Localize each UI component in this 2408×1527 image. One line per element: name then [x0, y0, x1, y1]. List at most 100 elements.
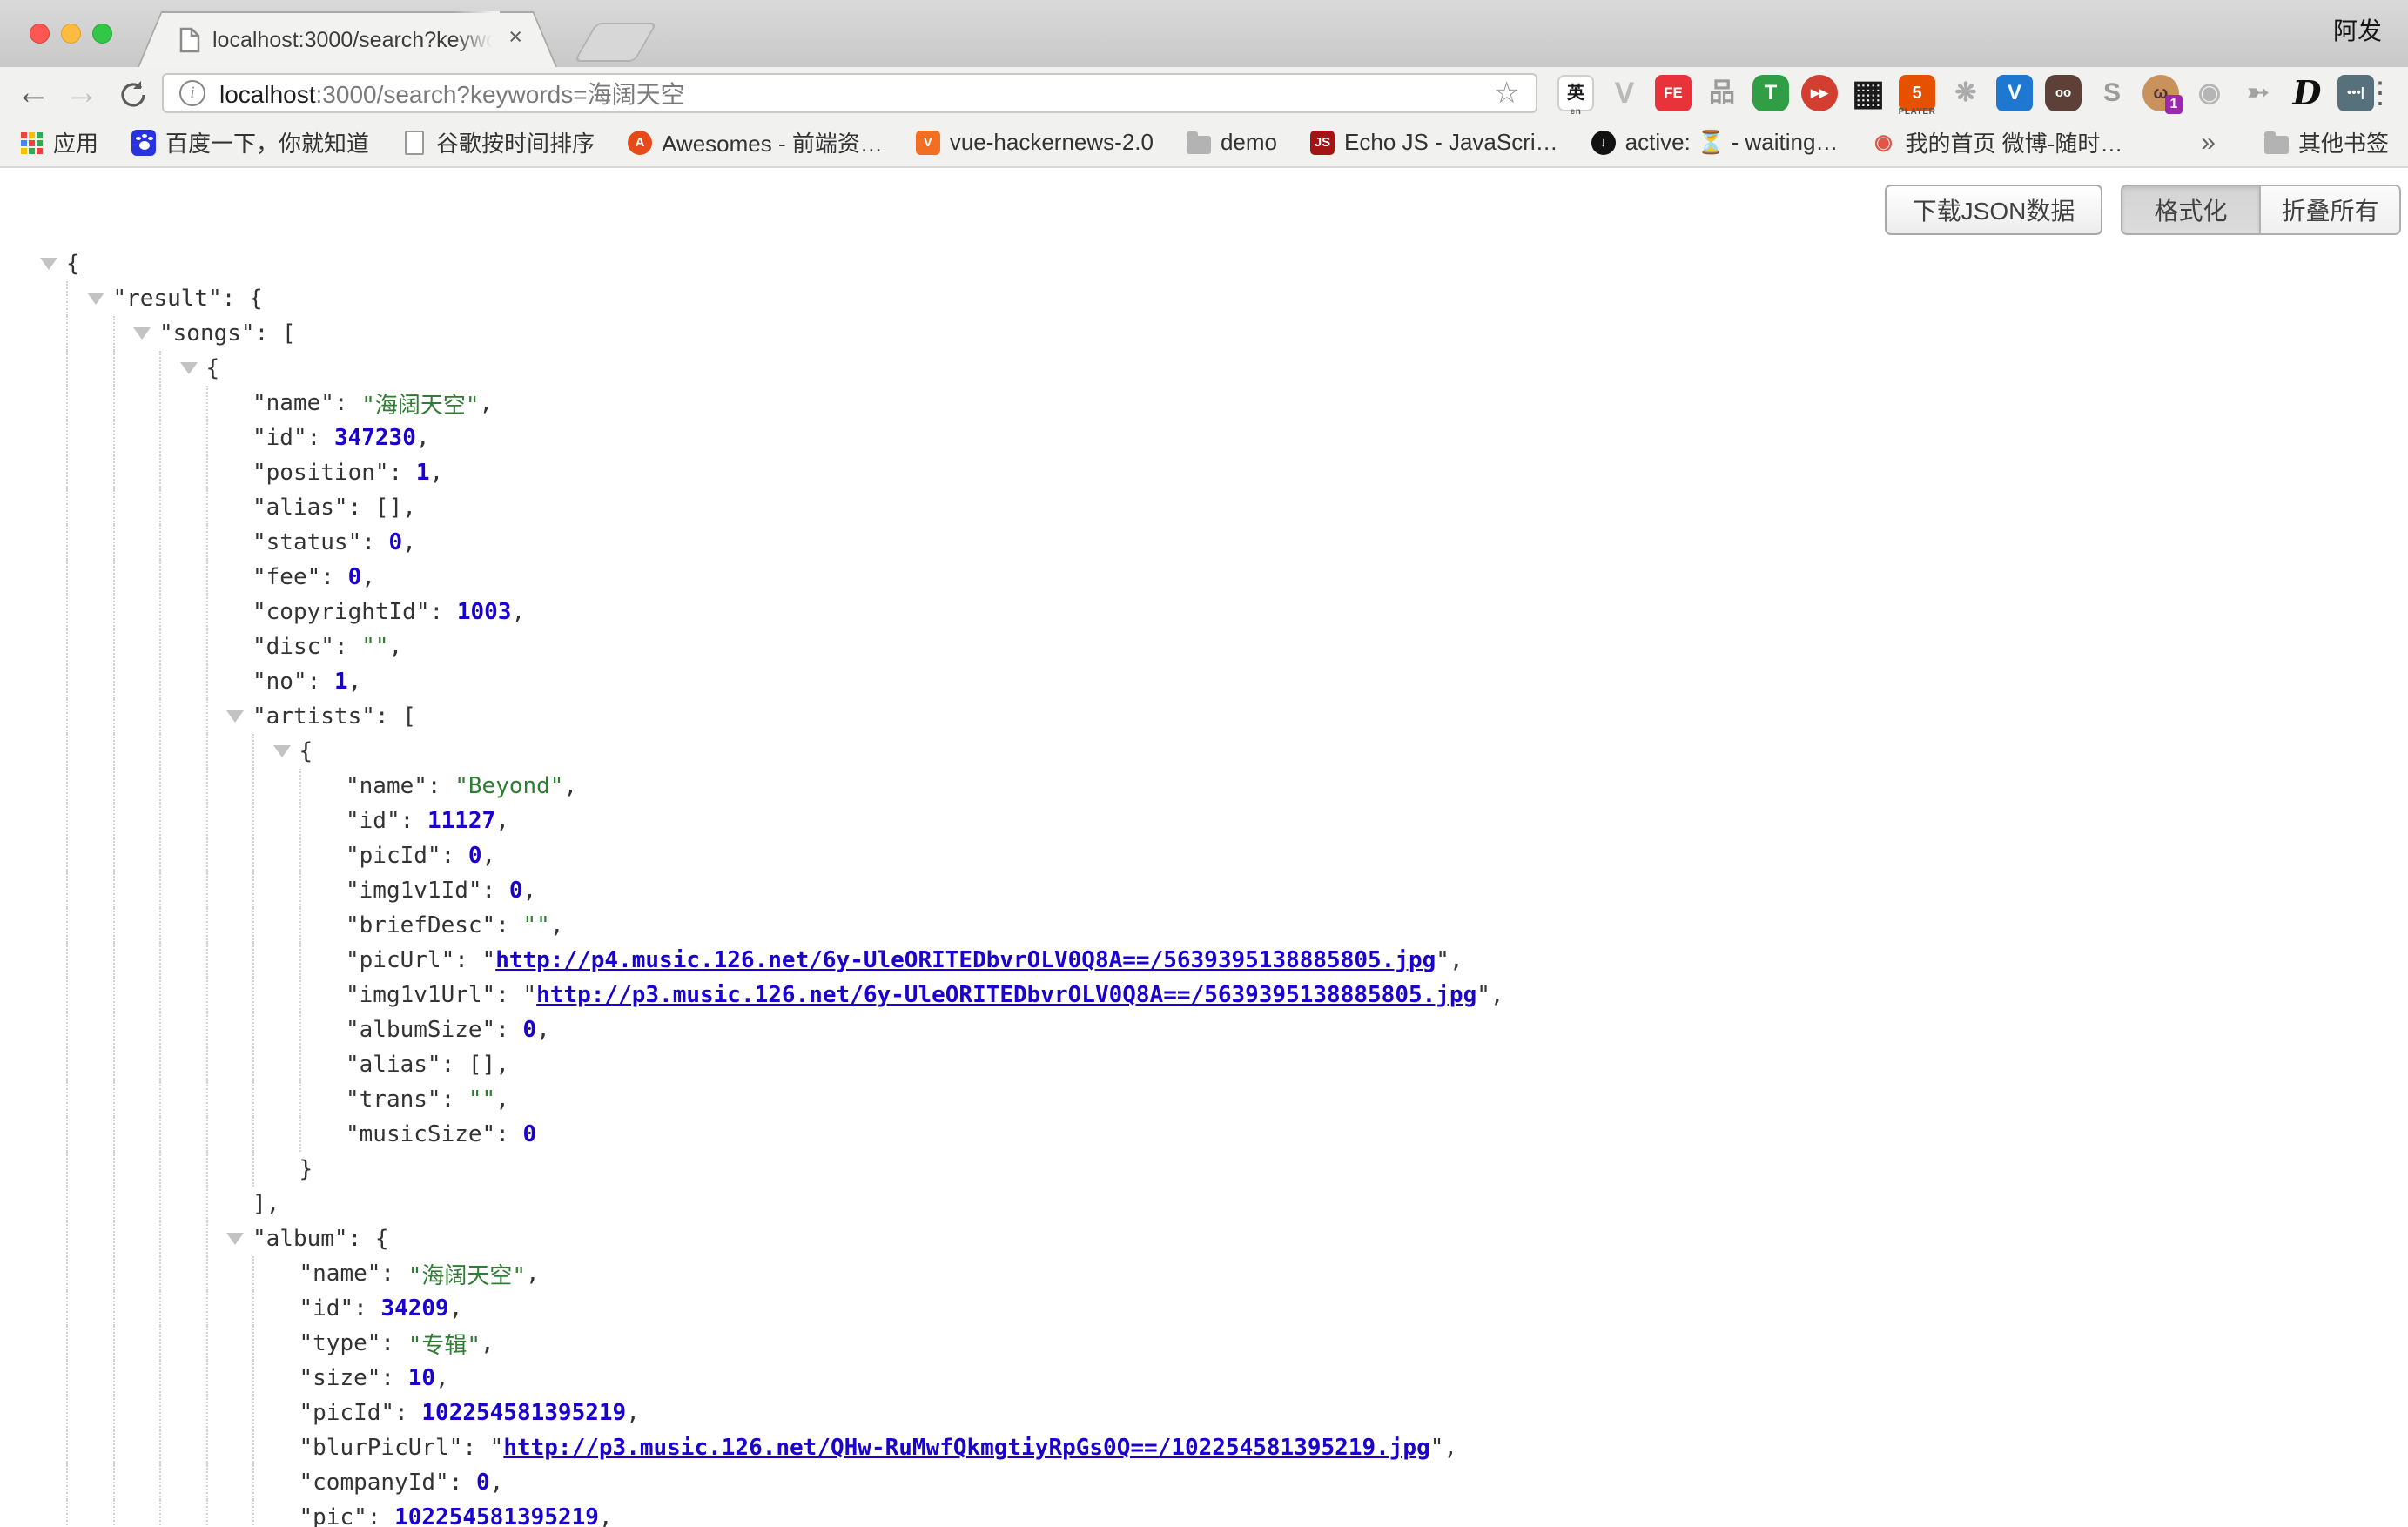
collapse-toggle-icon[interactable]: [133, 327, 151, 340]
blue-v-icon[interactable]: V: [1990, 67, 2039, 118]
s-icon[interactable]: S: [2088, 67, 2136, 118]
indent-guide: [206, 1117, 253, 1152]
d-icon[interactable]: D: [2283, 67, 2331, 118]
json-number-value: 10: [408, 1365, 435, 1391]
bird-icon[interactable]: ➳: [2234, 67, 2283, 118]
fullscreen-window-button[interactable]: [92, 24, 112, 44]
json-line: {: [0, 351, 2408, 386]
bookmark-demo[interactable]: demo: [1187, 129, 1277, 156]
bookmark-echo-js[interactable]: JSEcho JS - JavaScri…: [1310, 129, 1558, 156]
reload-icon[interactable]: [110, 67, 155, 118]
json-line-content: "name": "海阔天空",: [299, 1256, 540, 1291]
close-window-button[interactable]: [30, 24, 50, 44]
json-line-content: "no": 1,: [252, 664, 361, 699]
video-speed-icon[interactable]: ▶▶: [1795, 67, 1844, 118]
indent-guide: [206, 386, 253, 420]
collapse-toggle-icon[interactable]: [226, 1233, 244, 1245]
other-bookmarks-folder[interactable]: 其他书签: [2264, 126, 2389, 158]
bookmark-awesomes[interactable]: AAwesomes - 前端资…: [628, 126, 883, 158]
json-number-value: 0: [476, 1470, 490, 1496]
collapse-toggle-icon[interactable]: [40, 258, 57, 270]
json-line-content: "name": "海阔天空",: [252, 386, 493, 420]
json-line-content: "id": 11127,: [346, 804, 509, 838]
indent-guide: [66, 908, 113, 943]
monkey-icon[interactable]: ω1: [2136, 67, 2185, 118]
json-link[interactable]: http://p3.music.126.net/QHw-RuMwfQkmgtiy…: [503, 1435, 1429, 1461]
json-punctuation: ,: [599, 1504, 613, 1527]
bookmark-vue-hackernews[interactable]: Vvue-hackernews-2.0: [916, 129, 1154, 156]
indent-guide: [159, 978, 206, 1012]
collapse-toggle-icon[interactable]: [226, 710, 244, 723]
weibo-icon[interactable]: ◉: [2185, 67, 2234, 118]
tab-close-icon[interactable]: ×: [508, 24, 522, 50]
bookmark-star-icon[interactable]: ☆: [1494, 76, 1520, 111]
collapse-all-button[interactable]: 折叠所有: [2259, 186, 2399, 233]
indent-guide: [113, 734, 160, 769]
json-key: "copyrightId": [252, 599, 430, 625]
bookmarks-overflow-chevron[interactable]: »: [2201, 128, 2216, 158]
json-key: "img1v1Url": [346, 982, 495, 1008]
bookmark-awesomes-label: Awesomes - 前端资…: [662, 126, 883, 158]
download-json-button[interactable]: 下载JSON数据: [1885, 185, 2102, 235]
qr-code-icon[interactable]: ▦: [1844, 67, 1893, 118]
indent-guide: [299, 1012, 346, 1047]
indent-guide: [113, 1396, 160, 1430]
bookmark-baidu[interactable]: 百度一下，你就知道: [131, 126, 369, 158]
json-key: "musicSize": [346, 1121, 495, 1147]
json-link[interactable]: http://p4.music.126.net/6y-UleORITEDbvrO…: [495, 947, 1436, 973]
page-info-icon[interactable]: i: [179, 80, 205, 106]
paw-icon[interactable]: ❋: [1941, 67, 1990, 118]
collapse-toggle-icon[interactable]: [87, 293, 104, 305]
json-punctuation: {: [299, 738, 313, 764]
incognito-mask-icon[interactable]: oo: [2039, 67, 2088, 118]
indent-guide: [66, 351, 113, 386]
new-tab-button[interactable]: [574, 23, 657, 62]
indent-guide: [66, 838, 113, 873]
indent-guide: [252, 943, 299, 978]
indent-guide: [113, 769, 160, 804]
json-line: "disc": "",: [0, 629, 2408, 664]
json-line: "position": 1,: [0, 455, 2408, 490]
tampermonkey-icon[interactable]: T: [1746, 67, 1795, 118]
vue-devtools-icon[interactable]: V: [1600, 67, 1649, 118]
back-icon[interactable]: ←: [10, 67, 56, 118]
indent-guide: [159, 525, 206, 560]
json-line-content: ],: [252, 1187, 279, 1221]
bookmark-google-sort[interactable]: 谷歌按时间排序: [402, 126, 595, 158]
collapse-toggle-icon[interactable]: [273, 745, 291, 757]
browser-tab[interactable]: localhost:3000/search?keywor ×: [138, 11, 557, 67]
translate-icon[interactable]: 英en: [1551, 67, 1600, 118]
fe-icon[interactable]: FE: [1649, 67, 1698, 118]
bookmark-weibo[interactable]: ◉我的首页 微博-随时…: [1871, 126, 2122, 158]
json-line-content: "img1v1Url": "http://p3.music.126.net/6y…: [346, 978, 1504, 1012]
profile-name[interactable]: 阿发: [2333, 12, 2382, 47]
indent-guide: [159, 595, 206, 629]
format-button[interactable]: 格式化: [2122, 186, 2259, 233]
sitemap-icon[interactable]: 品: [1698, 67, 1746, 118]
bookmark-apps[interactable]: 应用: [19, 126, 98, 158]
indent-guide: [299, 1117, 346, 1152]
json-link[interactable]: http://p3.music.126.net/6y-UleORITEDbvrO…: [536, 982, 1476, 1008]
url-text[interactable]: localhost:3000/search?keywords=海阔天空: [219, 76, 685, 111]
json-key: "alias": [252, 494, 348, 521]
indent-guide: [159, 1117, 206, 1152]
browser-menu-icon[interactable]: ⋮: [2359, 67, 2401, 118]
html5-player-icon[interactable]: 5PLAYER: [1893, 67, 1941, 118]
indent-guide: [66, 1256, 113, 1291]
indent-guide: [206, 1361, 253, 1396]
json-key: "name": [346, 773, 427, 799]
indent-guide: [159, 1500, 206, 1527]
json-line: "companyId": 0,: [0, 1465, 2408, 1500]
url-bar[interactable]: i localhost:3000/search?keywords=海阔天空 ☆: [162, 73, 1537, 113]
indent-guide: [113, 351, 160, 386]
indent-guide: [66, 455, 113, 490]
json-line: }: [0, 1152, 2408, 1187]
json-line: "songs": [: [0, 316, 2408, 351]
bookmark-active[interactable]: ↓active: ⏳ - waiting…: [1591, 129, 1839, 156]
json-line: "alias": [],: [0, 490, 2408, 525]
json-line: "alias": [],: [0, 1047, 2408, 1082]
collapse-toggle-icon[interactable]: [180, 362, 198, 374]
json-punctuation: : [: [255, 320, 296, 346]
minimize-window-button[interactable]: [61, 24, 81, 44]
indent-guide: [206, 1082, 253, 1117]
